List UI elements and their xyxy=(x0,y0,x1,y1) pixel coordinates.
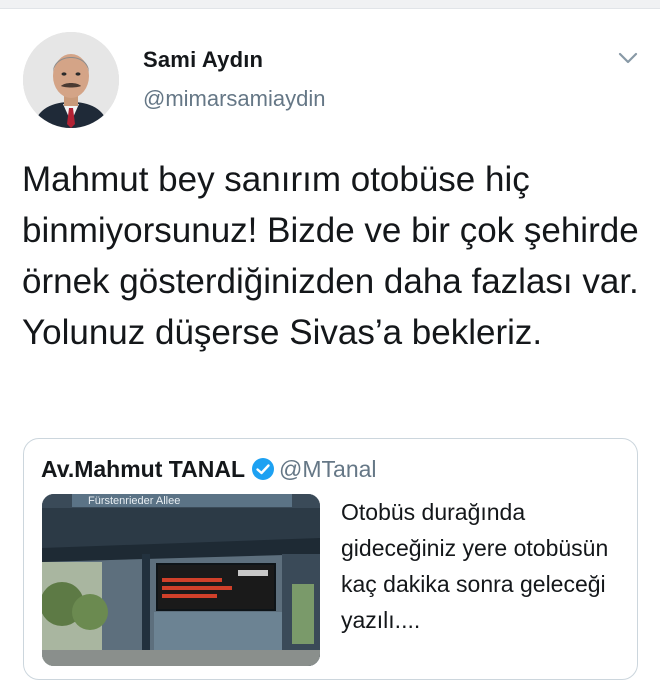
bus-stop-photo-icon: Fürstenrieder Allee xyxy=(42,494,320,666)
author-avatar[interactable] xyxy=(23,32,119,128)
chevron-down-icon[interactable] xyxy=(616,46,640,70)
avatar-photo-icon xyxy=(23,32,119,128)
author-handle[interactable]: @mimarsamiaydin xyxy=(143,86,325,112)
verified-badge-icon xyxy=(251,457,275,481)
tweet-text: Mahmut bey sanırım otobüse hiç binmiyors… xyxy=(22,160,639,352)
quoted-tweet-image[interactable]: Fürstenrieder Allee xyxy=(42,494,320,666)
quoted-tweet-header: Av.Mahmut TANAL @MTanal xyxy=(41,454,377,484)
quoted-tweet-text: Otobüs durağında gideceğiniz yere otobüs… xyxy=(341,499,609,633)
quoted-author-name[interactable]: Av.Mahmut TANAL xyxy=(41,456,245,482)
quoted-tweet-card[interactable]: Av.Mahmut TANAL @MTanal Fürstenrieder All… xyxy=(23,438,638,680)
street-sign-text: Fürstenrieder Allee xyxy=(88,495,180,507)
top-divider xyxy=(0,0,660,9)
quoted-author-handle[interactable]: @MTanal xyxy=(279,456,377,482)
author-display-name[interactable]: Sami Aydın xyxy=(143,47,263,73)
